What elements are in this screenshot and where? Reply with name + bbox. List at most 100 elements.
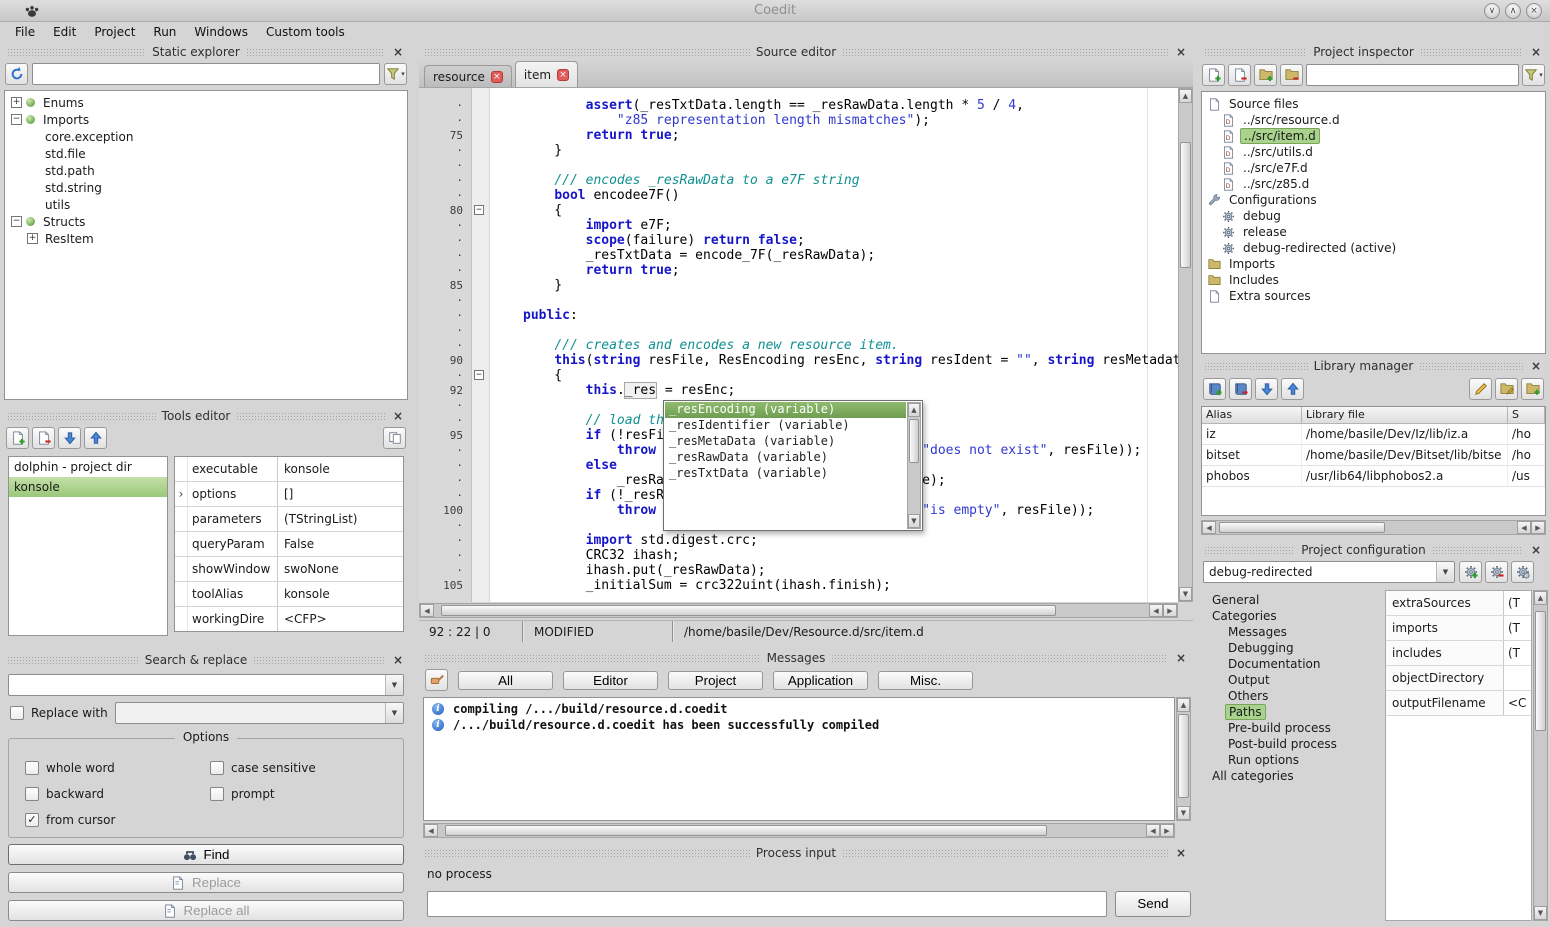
close-icon[interactable]: × [391, 653, 405, 667]
code-line[interactable]: · ihash.put(_resRawData); [419, 563, 1178, 578]
scroll-thumb[interactable] [1535, 611, 1546, 731]
filter-editor[interactable]: Editor [563, 671, 658, 690]
scroll-track[interactable] [908, 417, 920, 514]
inspector-item[interactable]: Source files [1202, 96, 1545, 112]
inspector-item[interactable]: D../src/utils.d [1202, 144, 1545, 160]
symbol-search-input[interactable] [32, 63, 380, 85]
code-line[interactable]: · _resTxtData = encode_7F(_resRawData); [419, 248, 1178, 263]
code-line[interactable]: · [419, 323, 1178, 338]
code-line[interactable]: 80− { [419, 203, 1178, 218]
completion-item[interactable]: _resEncoding (variable) [665, 402, 906, 418]
send-button[interactable]: Send [1115, 891, 1191, 917]
inspector-item[interactable]: D../src/e7F.d [1202, 160, 1545, 176]
fold-collapse-icon[interactable]: − [474, 205, 484, 215]
horizontal-scrollbar[interactable]: ◀◀▶ [1201, 520, 1546, 535]
scroll-down-icon[interactable]: ▼ [908, 514, 920, 528]
config-property-row[interactable]: includes(T [1386, 641, 1531, 666]
checkbox[interactable] [210, 787, 224, 801]
expand-icon[interactable]: + [11, 97, 22, 108]
vertical-scrollbar[interactable]: ▲▼ [1533, 590, 1548, 921]
clear-messages-button[interactable] [425, 669, 448, 691]
close-icon[interactable]: × [1529, 45, 1543, 59]
property-row[interactable]: queryParamFalse [175, 532, 403, 557]
refresh-button[interactable] [5, 63, 28, 85]
scroll-left-icon[interactable]: ◀ [1202, 521, 1216, 534]
menu-project[interactable]: Project [85, 23, 144, 41]
config-property-row[interactable]: objectDirectory [1386, 666, 1531, 691]
inspector-filter-input[interactable] [1306, 64, 1519, 86]
scroll-track[interactable] [1179, 103, 1192, 587]
code-line[interactable]: 105 _initialSum = crc322uint(ihash.finis… [419, 578, 1178, 593]
panel-header[interactable]: Messages × [419, 650, 1193, 666]
replace-with-combo[interactable]: ▼ [115, 702, 404, 724]
add-library-button[interactable] [1203, 378, 1226, 400]
remove-source-button[interactable] [1228, 64, 1251, 86]
edit-library-button[interactable] [1469, 378, 1492, 400]
code-line[interactable]: 92 this._res = resEnc; [419, 383, 1178, 398]
horizontal-scrollbar[interactable]: ◀◀▶ [423, 823, 1175, 838]
move-tool-down-button[interactable] [58, 427, 81, 449]
filter-project[interactable]: Project [668, 671, 763, 690]
scroll-up-icon[interactable]: ▲ [1179, 89, 1192, 103]
tree-item[interactable]: std.path [5, 162, 407, 179]
option-case-sensitive[interactable]: case sensitive [210, 755, 395, 781]
horizontal-scrollbar[interactable]: ◀◀▶ [419, 603, 1178, 618]
checkbox[interactable]: ✓ [25, 813, 39, 827]
chevron-down-icon[interactable]: ▼ [385, 703, 403, 723]
panel-header[interactable]: Search & replace × [2, 652, 410, 668]
inspector-item[interactable]: debug-redirected (active) [1202, 240, 1545, 256]
tree-item[interactable]: utils [5, 196, 407, 213]
vertical-scrollbar[interactable]: ▲▼ [907, 402, 921, 529]
scroll-left-icon[interactable]: ◀ [424, 824, 438, 837]
scroll-thumb[interactable] [1219, 522, 1385, 533]
vertical-scrollbar[interactable]: ▲▼ [1176, 697, 1191, 821]
panel-header[interactable]: Static explorer × [2, 44, 410, 60]
replace-all-button[interactable]: Replace all [8, 900, 404, 921]
tree-item[interactable]: core.exception [5, 128, 407, 145]
category-item[interactable]: Paths [1205, 704, 1373, 720]
code-line[interactable]: · return true; [419, 263, 1178, 278]
menu-windows[interactable]: Windows [185, 23, 257, 41]
editor-tab-item[interactable]: item× [515, 61, 578, 87]
category-item[interactable]: Debugging [1205, 640, 1373, 656]
category-item[interactable]: Documentation [1205, 656, 1373, 672]
filter-button[interactable]: ▾ [1522, 64, 1545, 86]
scroll-track[interactable] [1177, 712, 1190, 806]
code-line[interactable]: ·− { [419, 368, 1178, 383]
inspector-item[interactable]: D../src/item.d [1202, 128, 1545, 144]
code-line[interactable]: · CRC32 ihash; [419, 548, 1178, 563]
expand-icon[interactable]: + [27, 233, 38, 244]
code-line[interactable]: 90 this(string resFile, ResEncoding resE… [419, 353, 1178, 368]
inspector-item[interactable]: release [1202, 224, 1545, 240]
maximize-button[interactable]: ∧ [1505, 3, 1521, 19]
move-library-up-button[interactable] [1281, 378, 1304, 400]
panel-header[interactable]: Process input × [419, 845, 1193, 861]
replace-button[interactable]: Replace [8, 872, 404, 893]
chevron-down-icon[interactable]: ▼ [1436, 562, 1454, 582]
close-icon[interactable]: × [391, 45, 405, 59]
process-input-field[interactable] [427, 891, 1107, 917]
completion-item[interactable]: _resIdentifier (variable) [665, 418, 906, 434]
property-row[interactable]: executablekonsole [175, 457, 403, 482]
tree-item[interactable]: −Structs [5, 213, 407, 230]
close-icon[interactable]: × [1529, 543, 1543, 557]
code-line[interactable]: · import e7F; [419, 218, 1178, 233]
option-backward[interactable]: backward [25, 781, 210, 807]
category-item[interactable]: Pre-build process [1205, 720, 1373, 736]
checkbox[interactable] [210, 761, 224, 775]
scroll-up-icon[interactable]: ▲ [908, 403, 920, 417]
inspector-item[interactable]: D../src/resource.d [1202, 112, 1545, 128]
code-line[interactable]: · /// creates and encodes a new resource… [419, 338, 1178, 353]
scroll-track[interactable] [438, 824, 1146, 837]
tree-item[interactable]: +Enums [5, 94, 407, 111]
panel-header[interactable]: Tools editor × [2, 408, 410, 424]
config-property-row[interactable]: imports(T [1386, 616, 1531, 641]
clone-configuration-button[interactable] [1511, 561, 1534, 583]
move-tool-up-button[interactable] [84, 427, 107, 449]
collapse-icon[interactable]: − [11, 216, 22, 227]
scroll-up-icon[interactable]: ▲ [1534, 591, 1547, 605]
tool-list-item[interactable]: konsole [9, 477, 167, 497]
scroll-down-icon[interactable]: ▼ [1177, 806, 1190, 820]
scroll-right-icon[interactable]: ▶ [1531, 521, 1545, 534]
property-row[interactable]: parameters(TStringList) [175, 507, 403, 532]
